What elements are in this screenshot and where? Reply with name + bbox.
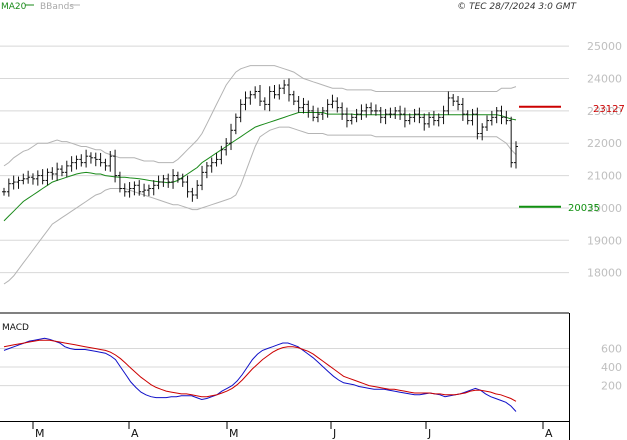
legend-ma20: MA20 (1, 2, 27, 12)
macd-panel: 200 400 600 MACD (0, 323, 622, 412)
macd-line (3, 337, 517, 412)
x-tick-label: A (131, 427, 139, 440)
price-tick-label: 25000 (587, 40, 622, 53)
macd-tick-label: 400 (601, 361, 622, 374)
macd-lines (3, 337, 517, 412)
value-tag-label: 23127 (593, 104, 625, 115)
price-tick-label: 24000 (587, 73, 622, 86)
x-tick-label: M (35, 427, 45, 440)
macd-grid (0, 348, 569, 387)
price-y-axis: 1800019000200002100022000230002400025000 (587, 40, 622, 279)
value-tag-label: 20035 (568, 203, 600, 214)
macd-label: MACD (2, 323, 29, 333)
macd-y-axis: 200 400 600 (601, 343, 622, 393)
macd-tick-label: 600 (601, 343, 622, 356)
price-panel: 1800019000200002100022000230002400025000… (0, 13, 625, 313)
x-tick-label: A (545, 427, 553, 440)
price-tick-label: 19000 (587, 234, 622, 247)
legend-bbands: BBands (40, 2, 74, 12)
x-tick-label: J (427, 427, 431, 440)
x-tick-label: M (229, 427, 239, 440)
copyright: © TEC 28/7/2024 3:0 GMT (457, 2, 577, 12)
x-tick-label: J (332, 427, 336, 440)
price-tick-label: 18000 (587, 267, 622, 280)
stock-chart: MA20 BBands © TEC 28/7/2024 3:0 GMT 1800… (0, 2, 625, 440)
x-axis: MAMJJA (32, 422, 553, 440)
macd-tick-label: 200 (601, 380, 622, 393)
price-tick-label: 22000 (587, 137, 622, 150)
price-tick-label: 21000 (587, 170, 622, 183)
